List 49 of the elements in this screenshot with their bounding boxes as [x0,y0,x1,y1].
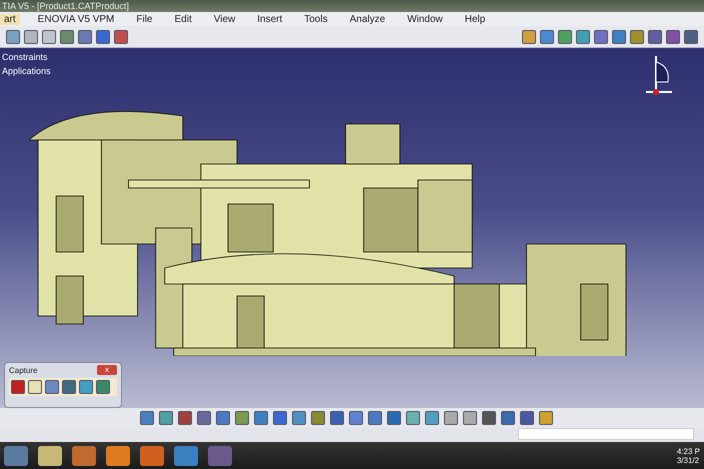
capture-tool-icon[interactable] [28,380,42,394]
taskbar-app-icon[interactable] [106,446,130,466]
menu-item[interactable]: File [132,14,156,24]
toolbar-icon[interactable] [612,30,626,44]
toolbar-icon[interactable] [6,30,20,44]
close-button[interactable]: x [97,365,117,375]
toolbar-icon[interactable] [114,30,128,44]
menu-item[interactable]: Insert [253,14,286,24]
toolbar-icon[interactable] [648,30,662,44]
toolbar-icon[interactable] [406,411,420,425]
toolbar-icon[interactable] [463,411,477,425]
toolbar-icon[interactable] [594,30,608,44]
toolbar-icon[interactable] [444,411,458,425]
toolbar-icon[interactable] [684,30,698,44]
panel-title: Capture [9,366,38,374]
clock-time: 4:23 P [676,446,700,456]
toolbar-icon[interactable] [159,411,173,425]
menu-item[interactable]: Tools [300,14,332,24]
menu-item[interactable]: Window [403,14,447,24]
toolbar-icon[interactable] [42,30,56,44]
window-title: TIA V5 - [Product1.CATProduct] [2,1,129,11]
toolbar-icon[interactable] [522,30,536,44]
taskbar-app-icon[interactable] [72,446,96,466]
menu-item[interactable]: Edit [170,14,196,24]
toolbar-icon[interactable] [666,30,680,44]
menu-item[interactable]: art [0,14,20,24]
toolbar-icon[interactable] [630,30,644,44]
taskbar-app-icon[interactable] [38,446,62,466]
tree-item[interactable]: Applications [2,66,51,76]
menu-item[interactable]: Help [460,14,490,24]
toolbar-icon[interactable] [78,30,92,44]
toolbar-icon[interactable] [540,30,554,44]
menu-item[interactable]: Analyze [346,14,390,24]
toolbar-icon[interactable] [60,30,74,44]
toolbar-icon[interactable] [24,30,38,44]
toolbar-icon[interactable] [96,30,110,44]
capture-tool-icon[interactable] [79,380,93,394]
menu-item[interactable]: View [210,14,240,24]
toolbar-icon[interactable] [576,30,590,44]
toolbar-icon[interactable] [425,411,439,425]
tree-item[interactable]: Constraints [2,52,48,62]
clock-date: 3/31/2 [676,456,700,464]
command-field[interactable] [518,428,694,440]
taskbar-app-icon[interactable] [4,446,28,466]
toolbar-icon[interactable] [558,30,572,44]
toolbar-icon[interactable] [539,411,553,425]
taskbar-app-icon[interactable] [140,446,164,466]
taskbar-app-icon[interactable] [174,446,198,466]
menu-item[interactable]: ENOVIA V5 VPM [34,14,118,24]
